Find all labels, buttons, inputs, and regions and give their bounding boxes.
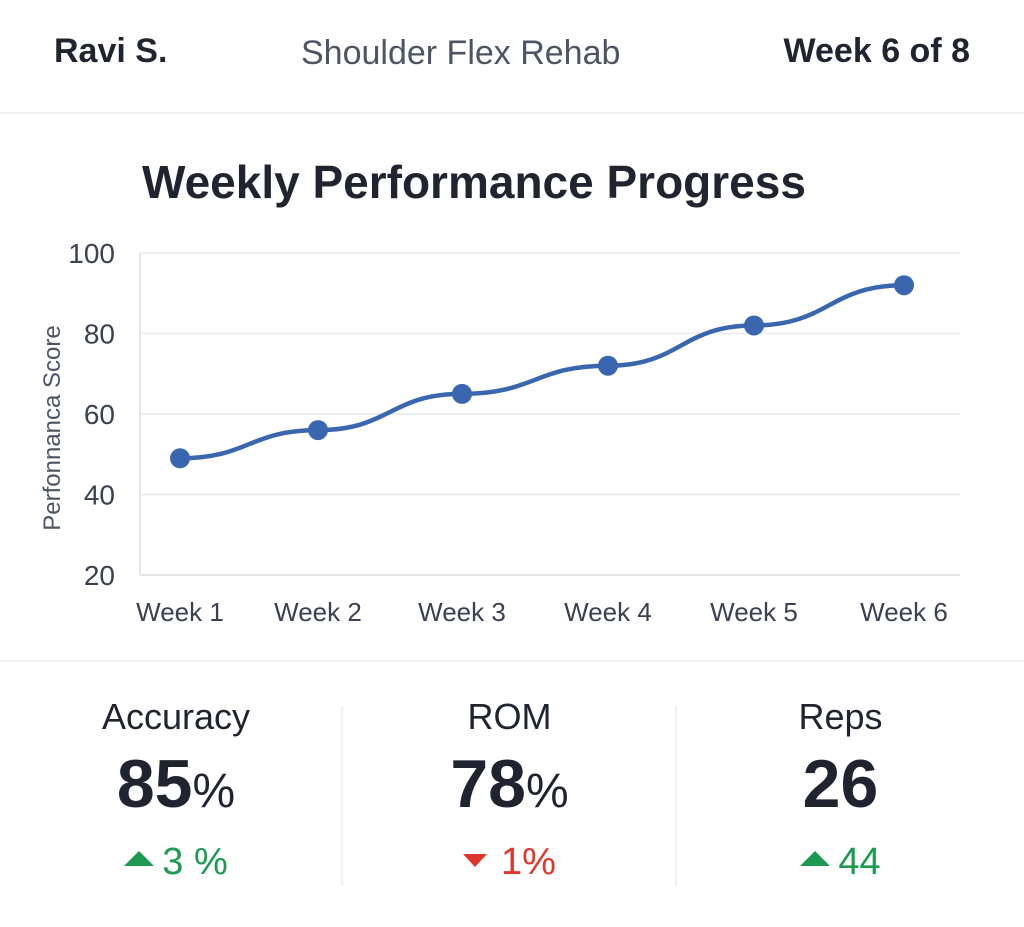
data-point xyxy=(170,448,190,469)
stat-label: ROM xyxy=(467,696,552,737)
stat-reps: Reps 26 44 xyxy=(677,662,1004,927)
y-tick-label: 40 xyxy=(84,480,115,511)
x-tick-label: Week 2 xyxy=(274,597,362,627)
arrow-up-icon xyxy=(124,851,155,867)
stat-value: 26 xyxy=(802,746,879,822)
stat-change: 3 % xyxy=(10,843,342,881)
data-point xyxy=(894,275,914,296)
data-point xyxy=(598,355,618,376)
series-line xyxy=(177,282,907,461)
stat-accuracy: Accuracy 85% 3 % xyxy=(10,662,342,927)
x-tick-label: Week 6 xyxy=(860,597,948,627)
performance-chart: 20406080100 Week 1 Week 2 Week 3 Week 4 Week… xyxy=(39,238,960,627)
stat-label: Reps xyxy=(798,696,883,737)
stat-label: Accuracy xyxy=(101,696,251,737)
y-tick-label: 80 xyxy=(84,319,115,350)
x-tick-label: Week 1 xyxy=(136,597,224,627)
y-tick-label: 20 xyxy=(84,560,115,591)
x-tick-label: Week 5 xyxy=(710,597,798,627)
y-axis-label: Perfonnanca Score xyxy=(39,325,66,530)
stat-value: 85% xyxy=(116,746,236,822)
arrow-up-icon xyxy=(800,851,831,867)
series-layer xyxy=(170,275,914,469)
data-point xyxy=(452,383,472,404)
stats-panel: Accuracy 85% 3 % ROM 78% 1% Reps 26 44 xyxy=(0,662,1024,927)
stat-change: 1% xyxy=(343,843,676,881)
stat-rom: ROM 78% 1% xyxy=(343,662,676,927)
stat-value: 78% xyxy=(450,746,569,822)
arrow-down-icon xyxy=(463,854,488,868)
y-tick-label: 60 xyxy=(84,399,115,430)
data-point xyxy=(308,420,328,441)
stat-change: 44 xyxy=(677,843,1004,881)
data-point xyxy=(744,315,764,336)
x-tick-label: Week 3 xyxy=(418,597,506,627)
x-tick-label: Week 4 xyxy=(564,597,652,627)
y-axis-ticks: 20 40 60 80 100 xyxy=(68,238,115,591)
y-tick-label: 100 xyxy=(68,238,115,269)
x-axis-ticks: Week 1 Week 2 Week 3 Week 4 Week 5 Week 6 xyxy=(136,597,948,627)
